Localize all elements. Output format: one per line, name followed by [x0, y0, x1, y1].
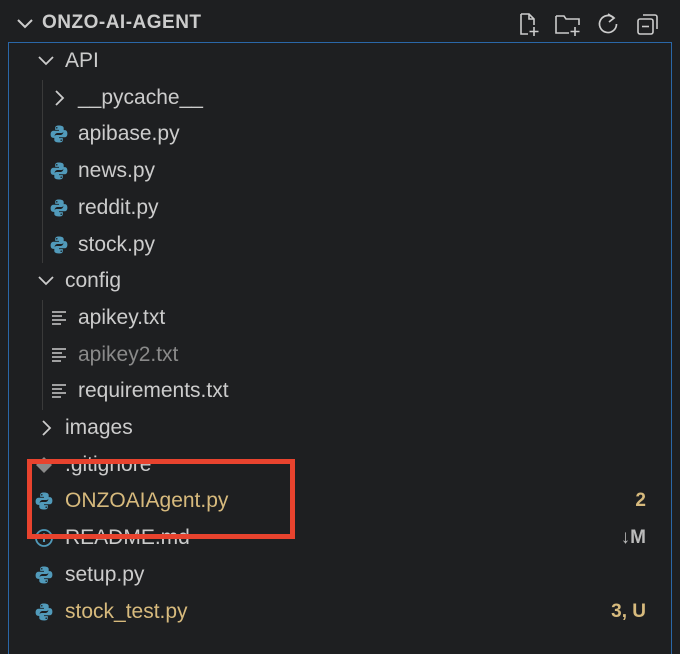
- python-file-icon: [48, 197, 70, 219]
- file-row[interactable]: apikey.txt: [0, 300, 680, 336]
- folder-row[interactable]: images: [0, 410, 680, 446]
- tree-item-label: setup.py: [65, 562, 145, 586]
- file-row[interactable]: news.py: [0, 153, 680, 189]
- python-file-icon: [33, 601, 55, 623]
- file-row[interactable]: apikey2.txt: [0, 337, 680, 373]
- chevron-down-icon[interactable]: [14, 12, 36, 34]
- file-row[interactable]: setup.py: [0, 557, 680, 593]
- text-file-icon: [48, 380, 70, 402]
- text-file-icon: [48, 344, 70, 366]
- folder-row[interactable]: __pycache__: [0, 80, 680, 116]
- refresh-icon[interactable]: [594, 10, 622, 38]
- workspace-title[interactable]: ONZO-AI-AGENT: [42, 12, 202, 34]
- tree-item-label: images: [65, 416, 133, 439]
- text-file-icon: [48, 307, 70, 329]
- file-row[interactable]: requirements.txt: [0, 373, 680, 409]
- explorer-header: ONZO-AI-AGENT: [0, 0, 680, 46]
- chevron-down-icon[interactable]: [35, 50, 57, 72]
- tree-item-label: reddit.py: [78, 195, 159, 219]
- tree-item-label: apikey2.txt: [78, 342, 179, 366]
- folder-row[interactable]: config: [0, 263, 680, 299]
- tree-item-label: stock.py: [78, 232, 156, 256]
- git-status-badge: 3, U: [611, 600, 646, 622]
- chevron-right-icon[interactable]: [48, 87, 70, 109]
- git-status-badge: ↓M: [620, 527, 646, 549]
- file-row[interactable]: reddit.py: [0, 190, 680, 226]
- new-file-icon[interactable]: [514, 10, 542, 38]
- tree-item-label: requirements.txt: [78, 379, 229, 403]
- git-status-badge: 2: [635, 490, 646, 512]
- python-file-icon: [48, 123, 70, 145]
- tree-item-label: config: [65, 269, 122, 293]
- collapse-all-icon[interactable]: [634, 10, 662, 38]
- file-row[interactable]: apibase.py: [0, 116, 680, 152]
- header-actions: [514, 10, 662, 38]
- chevron-down-icon[interactable]: [35, 270, 57, 292]
- tree-item-label: __pycache__: [78, 85, 203, 109]
- tree-item-label: stock_test.py: [65, 599, 188, 623]
- tree-item-label: apibase.py: [78, 122, 180, 146]
- annotation-highlight-box: [27, 459, 295, 539]
- file-row[interactable]: stock.py: [0, 227, 680, 263]
- tree-item-label: news.py: [78, 159, 156, 183]
- python-file-icon: [48, 234, 70, 256]
- python-file-icon: [48, 160, 70, 182]
- tree-item-label: apikey.txt: [78, 305, 166, 329]
- tree-item-label: API: [65, 49, 99, 72]
- file-row[interactable]: stock_test.py 3, U: [0, 594, 680, 630]
- file-explorer: ONZO-AI-AGENT API __pycache__ apibase.py…: [0, 0, 680, 654]
- new-folder-icon[interactable]: [554, 10, 582, 38]
- chevron-right-icon[interactable]: [35, 417, 57, 439]
- python-file-icon: [33, 564, 55, 586]
- folder-row[interactable]: API: [0, 43, 680, 79]
